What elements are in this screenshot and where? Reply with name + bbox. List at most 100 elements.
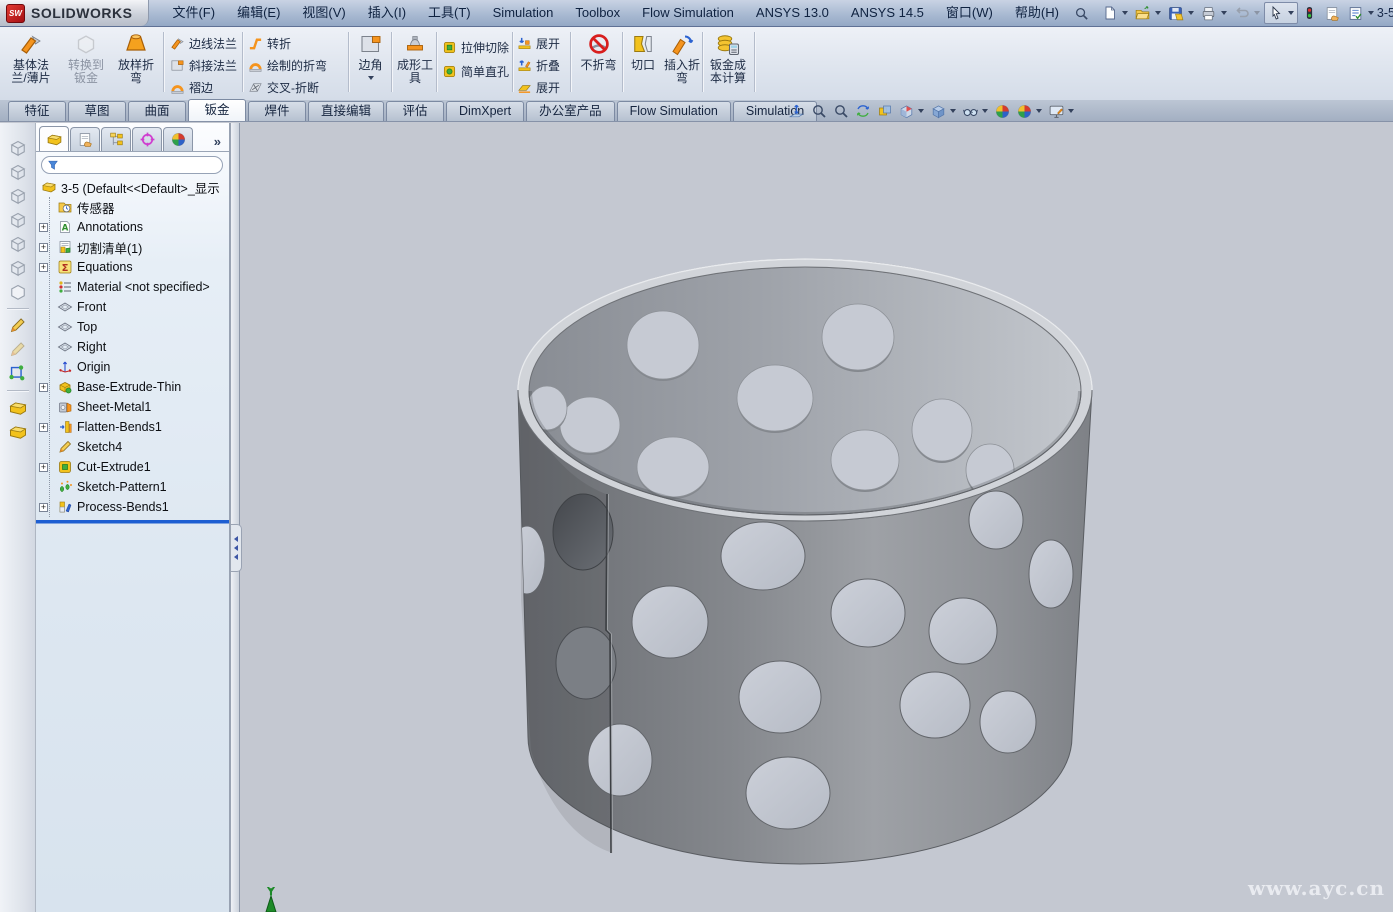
corners-dropdown-icon[interactable]: [368, 76, 374, 80]
tab-direct-editing[interactable]: 直接编辑: [308, 101, 384, 121]
tab-features[interactable]: 特征: [8, 101, 66, 121]
undo-button[interactable]: [1231, 3, 1263, 23]
rotate-view-button[interactable]: [852, 102, 873, 121]
save-dropdown-icon[interactable]: [1188, 11, 1194, 15]
no-bends-button[interactable]: 不折弯: [576, 29, 621, 100]
reference-geometry-button[interactable]: [5, 363, 31, 384]
standard-view-3-button[interactable]: [5, 185, 31, 206]
tree-item-material[interactable]: Material <not specified>: [36, 277, 229, 297]
tree-item-equations[interactable]: Equations: [36, 257, 229, 277]
tree-item-top-plane[interactable]: Top: [36, 317, 229, 337]
tab-sketch[interactable]: 草图: [68, 101, 126, 121]
tree-item-front-plane[interactable]: Front: [36, 297, 229, 317]
tree-item-cut-extrude1[interactable]: Cut-Extrude1: [36, 457, 229, 477]
convert-to-sheet-metal-button[interactable]: 转换到钣金: [64, 29, 108, 100]
simple-hole-button[interactable]: 简单直孔: [442, 61, 509, 82]
property-manager-tab[interactable]: [70, 127, 100, 151]
sketch-3d-button[interactable]: [5, 339, 31, 360]
lofted-bend-button[interactable]: 放样折弯: [114, 29, 158, 100]
unfold-button[interactable]: 展开: [517, 33, 560, 54]
expand-toggle[interactable]: [39, 243, 48, 252]
hem-button[interactable]: 褶边: [170, 77, 213, 98]
save-button[interactable]: [1165, 3, 1197, 23]
tab-surfaces[interactable]: 曲面: [128, 101, 186, 121]
tab-weldments[interactable]: 焊件: [248, 101, 306, 121]
configuration-manager-tab[interactable]: [101, 127, 131, 151]
section-view-dropdown-icon[interactable]: [918, 109, 924, 113]
app-logo[interactable]: SW SOLIDWORKS: [0, 0, 149, 26]
new-document-button[interactable]: [1099, 3, 1131, 23]
menu-edit[interactable]: 编辑(E): [226, 0, 291, 26]
tree-root-part[interactable]: 3-5 (Default<<Default>_显示: [36, 177, 229, 197]
sketch-button[interactable]: [5, 315, 31, 336]
zoom-in-out-button[interactable]: [830, 102, 851, 121]
tree-item-flatten-bends1[interactable]: Flatten-Bends1: [36, 417, 229, 437]
tab-flow-simulation[interactable]: Flow Simulation: [617, 101, 731, 121]
view-settings-button[interactable]: [1046, 102, 1077, 121]
dimxpert-manager-tab[interactable]: [132, 127, 162, 151]
menu-window[interactable]: 窗口(W): [935, 0, 1004, 26]
edge-flange-button[interactable]: 边线法兰: [170, 33, 237, 54]
options-button[interactable]: [1345, 3, 1377, 23]
filter-input[interactable]: [63, 158, 222, 172]
tree-item-sketch4[interactable]: Sketch4: [36, 437, 229, 457]
edit-appearance-button[interactable]: [992, 102, 1013, 121]
menu-ansys-14-5[interactable]: ANSYS 14.5: [840, 0, 935, 26]
tree-filter-box[interactable]: [41, 156, 223, 174]
options-dropdown-icon[interactable]: [1368, 11, 1374, 15]
expand-toggle[interactable]: [39, 463, 48, 472]
menu-flow-simulation[interactable]: Flow Simulation: [631, 0, 745, 26]
hide-show-items-button[interactable]: [960, 102, 991, 121]
zoom-to-area-button[interactable]: [808, 102, 829, 121]
file-properties-button[interactable]: [1322, 3, 1344, 23]
section-view-button[interactable]: [896, 102, 927, 121]
sheet-metal-cost-button[interactable]: 钣金成本计算: [706, 29, 750, 100]
standard-view-6-button[interactable]: [5, 257, 31, 278]
view-orientation-button[interactable]: [928, 102, 959, 121]
menu-view[interactable]: 视图(V): [291, 0, 356, 26]
tree-item-cut-list[interactable]: 切割清单(1): [36, 237, 229, 257]
standard-view-4-button[interactable]: [5, 209, 31, 230]
zoom-to-fit-button[interactable]: [786, 102, 807, 121]
sketched-bend-button[interactable]: 绘制的折弯: [248, 55, 327, 76]
select-cursor-button[interactable]: [1264, 2, 1298, 24]
hide-show-items-dropdown-icon[interactable]: [982, 109, 988, 113]
cross-break-button[interactable]: 交叉-折断: [248, 77, 319, 98]
selection-filter-button[interactable]: [1299, 3, 1321, 23]
standard-view-7-button[interactable]: [5, 281, 31, 302]
view-orientation-dropdown-icon[interactable]: [950, 109, 956, 113]
base-flange-button[interactable]: 基体法兰/薄片: [8, 29, 54, 100]
tree-item-right-plane[interactable]: Right: [36, 337, 229, 357]
tree-item-base-extrude-thin[interactable]: Base-Extrude-Thin: [36, 377, 229, 397]
open-dropdown-icon[interactable]: [1155, 11, 1161, 15]
jog-button[interactable]: 转折: [248, 33, 291, 54]
display-manager-tab[interactable]: [163, 127, 193, 151]
expand-toggle[interactable]: [39, 503, 48, 512]
tab-sheet-metal[interactable]: 钣金: [188, 99, 246, 121]
pan-button[interactable]: [874, 102, 895, 121]
feature-manager-tab[interactable]: [39, 126, 69, 151]
panel-collapse-handle[interactable]: [231, 524, 242, 572]
menu-simulation[interactable]: Simulation: [482, 0, 565, 26]
tree-item-annotations[interactable]: Annotations: [36, 217, 229, 237]
standard-view-1-button[interactable]: [5, 137, 31, 158]
search-icon[interactable]: [1074, 3, 1089, 23]
miter-flange-button[interactable]: 斜接法兰: [170, 55, 237, 76]
tree-item-sketch-pattern1[interactable]: Sketch-Pattern1: [36, 477, 229, 497]
panel-splitter[interactable]: [230, 123, 240, 912]
menu-help[interactable]: 帮助(H): [1004, 0, 1070, 26]
apply-scene-button[interactable]: [1014, 102, 1045, 121]
menu-insert[interactable]: 插入(I): [357, 0, 417, 26]
part-tool-2-button[interactable]: [5, 421, 31, 442]
tab-evaluate[interactable]: 评估: [386, 101, 444, 121]
expand-toggle[interactable]: [39, 423, 48, 432]
open-button[interactable]: [1132, 3, 1164, 23]
tab-office-products[interactable]: 办公室产品: [526, 101, 615, 121]
tree-item-origin[interactable]: Origin: [36, 357, 229, 377]
expand-toggle[interactable]: [39, 263, 48, 272]
menu-toolbox[interactable]: Toolbox: [564, 0, 631, 26]
menu-ansys-13[interactable]: ANSYS 13.0: [745, 0, 840, 26]
rollback-bar[interactable]: [36, 520, 229, 523]
corners-button[interactable]: 边角: [352, 29, 389, 100]
new-document-dropdown-icon[interactable]: [1122, 11, 1128, 15]
